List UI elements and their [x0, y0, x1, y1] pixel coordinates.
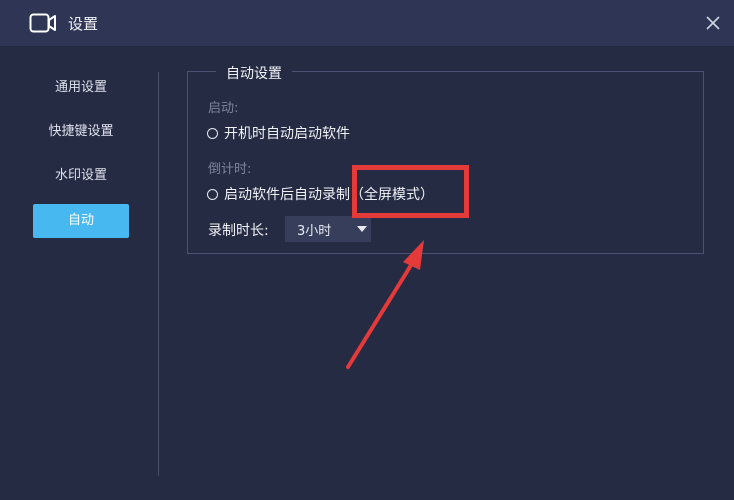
- startup-radio[interactable]: [207, 127, 218, 139]
- chevron-down-icon: [357, 226, 367, 232]
- video-camera-icon: [29, 12, 57, 34]
- sidebar-item-auto[interactable]: 自动: [33, 204, 129, 238]
- title-bar: 设置: [0, 0, 734, 46]
- duration-value: 3小时: [297, 223, 332, 239]
- startup-option[interactable]: 开机时自动启动软件: [207, 123, 350, 143]
- startup-option-label: 开机时自动启动软件: [224, 126, 350, 142]
- close-icon: [706, 16, 720, 30]
- startup-label: 启动:: [208, 101, 239, 116]
- duration-select[interactable]: 3小时: [285, 216, 371, 242]
- settings-sidebar: 通用设置 快捷键设置 水印设置 自动: [0, 46, 160, 500]
- countdown-radio[interactable]: [207, 188, 218, 200]
- window-title: 设置: [68, 15, 99, 33]
- duration-label: 录制时长:: [208, 223, 269, 239]
- highlight-annotation-box: [352, 165, 469, 218]
- sidebar-divider: [158, 72, 159, 476]
- sidebar-item-general[interactable]: 通用设置: [33, 71, 129, 105]
- countdown-label: 倒计时:: [208, 162, 252, 177]
- sidebar-item-watermark[interactable]: 水印设置: [33, 159, 129, 193]
- auto-settings-legend: 自动设置: [216, 63, 292, 83]
- close-button[interactable]: [702, 12, 724, 34]
- sidebar-item-shortcuts[interactable]: 快捷键设置: [33, 115, 129, 149]
